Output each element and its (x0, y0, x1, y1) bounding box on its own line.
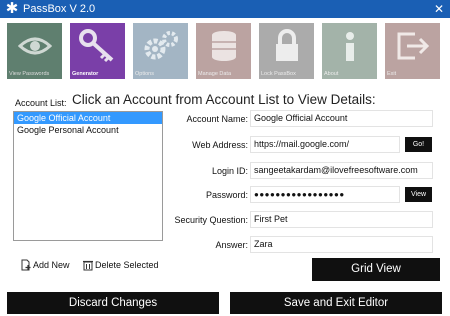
toolbar-lock-button[interactable]: Lock PassBox (258, 22, 315, 80)
lock-icon (259, 23, 314, 69)
toolbar-label: View Passwords (9, 71, 50, 77)
toolbar-view-passwords-button[interactable]: View Passwords (6, 22, 63, 80)
password-label: Password: (205, 190, 248, 200)
toolbar-label: Exit (387, 71, 397, 77)
discard-changes-button[interactable]: Discard Changes (7, 292, 219, 314)
web-address-field[interactable]: https://mail.google.com/ (250, 136, 400, 153)
delete-selected-label: Delete Selected (95, 260, 159, 270)
account-name-label: Account Name: (186, 114, 248, 124)
toolbar-generator-button[interactable]: Generator (69, 22, 126, 80)
window-title: PassBox V 2.0 (23, 3, 96, 15)
toolbar: View Passwords Generator Options Manage … (0, 18, 450, 82)
view-password-button[interactable]: View (405, 187, 432, 202)
toolbar-label: Options (135, 71, 154, 77)
toolbar-label: Lock PassBox (261, 71, 296, 77)
key-icon (70, 23, 125, 69)
go-button[interactable]: Go! (405, 137, 432, 152)
exit-icon (385, 23, 440, 69)
database-icon (196, 23, 251, 69)
toolbar-label: About (324, 71, 339, 77)
security-question-field[interactable]: First Pet (250, 211, 433, 228)
login-id-label: Login ID: (211, 166, 248, 176)
web-address-label: Web Address: (192, 140, 248, 150)
security-question-label: Security Question: (174, 215, 248, 225)
account-name-field[interactable]: Google Official Account (250, 110, 433, 127)
trash-icon (82, 259, 94, 271)
list-item[interactable]: Google Personal Account (14, 124, 162, 136)
app-logo-icon: ✱ (5, 0, 19, 17)
toolbar-options-button[interactable]: Options (132, 22, 189, 80)
title-bar: ✱ PassBox V 2.0 ✕ (0, 0, 450, 18)
info-icon (322, 23, 377, 69)
toolbar-exit-button[interactable]: Exit (384, 22, 441, 80)
grid-view-button[interactable]: Grid View (312, 258, 440, 281)
add-icon (20, 259, 32, 271)
close-icon[interactable]: ✕ (430, 0, 448, 18)
add-new-button[interactable]: Add New (20, 259, 70, 271)
toolbar-about-button[interactable]: About (321, 22, 378, 80)
toolbar-manage-data-button[interactable]: Manage Data (195, 22, 252, 80)
eye-icon (7, 23, 62, 69)
answer-label: Answer: (215, 240, 248, 250)
answer-field[interactable]: Zara (250, 236, 433, 253)
gear-icon (133, 23, 188, 69)
delete-selected-button[interactable]: Delete Selected (82, 259, 159, 271)
add-new-label: Add New (33, 260, 70, 270)
toolbar-label: Generator (72, 71, 99, 77)
save-exit-button[interactable]: Save and Exit Editor (230, 292, 442, 314)
login-id-field[interactable]: sangeetakardam@ilovefreesoftware.com (250, 162, 433, 179)
account-list-label: Account List: (15, 98, 67, 108)
toolbar-label: Manage Data (198, 71, 232, 77)
page-headline: Click an Account from Account List to Vi… (72, 92, 376, 107)
password-field[interactable]: ●●●●●●●●●●●●●●●●● (250, 186, 400, 203)
